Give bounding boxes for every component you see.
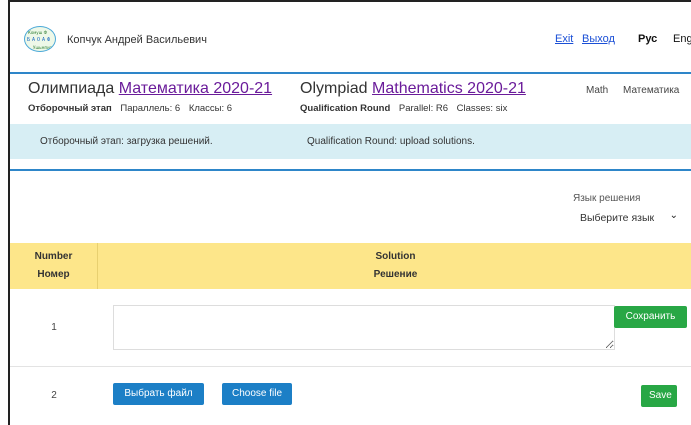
header: Комуш Ф Б А О А Ф Ушьмпиад Копчук Андрей… <box>10 0 691 72</box>
column-solution-ru: Решение <box>373 269 418 280</box>
row-number: 2 <box>51 390 57 401</box>
save-button-ru[interactable]: Сохранить <box>614 306 687 328</box>
olympiad-title-ru: Олимпиада Математика 2020-21 <box>28 80 272 98</box>
info-band: Отборочный этап: загрузка решений. Quali… <box>10 124 691 159</box>
stage-en: Qualification Round <box>300 103 391 114</box>
header-divider <box>10 72 691 74</box>
chevron-down-icon: ⌄ <box>669 210 678 221</box>
logo-text-bottom: Ушьмпиад <box>33 45 55 50</box>
info-band-ru: Отборочный этап: загрузка решений. <box>40 136 213 147</box>
solution-textarea[interactable] <box>113 305 615 350</box>
table-row: 2 Выбрать файл Choose file Save <box>10 367 691 425</box>
olympiad-link-ru[interactable]: Математика 2020-21 <box>119 80 272 97</box>
column-solution-header: Solution Решение <box>98 243 691 289</box>
language-en-button[interactable]: Eng <box>673 33 691 45</box>
column-solution-en: Solution <box>375 251 416 262</box>
olympiad-prefix-ru: Олимпиада <box>28 80 115 97</box>
band-divider <box>10 169 691 171</box>
table-row: 1 Сохранить <box>10 289 691 367</box>
olympiad-title-en: Olympiad Mathematics 2020-21 <box>300 80 526 98</box>
row-number: 1 <box>51 322 57 333</box>
stage-ru: Отборочный этап <box>28 103 112 114</box>
table-header: Number Номер Solution Решение <box>10 243 691 289</box>
page-frame: Комуш Ф Б А О А Ф Ушьмпиад Копчук Андрей… <box>8 0 691 425</box>
choose-file-button-ru[interactable]: Выбрать файл <box>113 383 204 405</box>
column-number-ru: Номер <box>37 269 70 280</box>
logo-text-middle: Б А О А Ф <box>27 37 50 43</box>
classes-en: Classes: six <box>456 103 508 114</box>
solution-language-select[interactable]: Выберите язык ⌄ <box>573 207 685 229</box>
exit-link-ru[interactable]: Выход <box>582 33 615 45</box>
info-band-en: Qualification Round: upload solutions. <box>307 136 475 147</box>
olympiad-details-ru: Отборочный этап Параллель: 6 Классы: 6 <box>28 103 232 114</box>
save-button-en[interactable]: Save <box>641 385 677 407</box>
column-number-en: Number <box>34 251 73 262</box>
olympiad-prefix-en: Olympiad <box>300 80 368 97</box>
olympiad-details-en: Qualification Round Parallel: R6 Classes… <box>300 103 507 114</box>
language-ru-button[interactable]: Рус <box>638 33 657 45</box>
parallel-ru: Параллель: 6 <box>120 103 181 114</box>
choose-file-button-en[interactable]: Choose file <box>222 383 292 405</box>
exit-link-en[interactable]: Exit <box>555 33 573 45</box>
parallel-en: Parallel: R6 <box>398 103 448 114</box>
subject-ru: Математика <box>623 85 680 96</box>
column-number-header: Number Номер <box>10 243 98 289</box>
user-name: Копчук Андрей Васильевич <box>67 34 207 46</box>
olympiad-logo: Комуш Ф Б А О А Ф Ушьмпиад <box>24 26 56 52</box>
logo-text-top: Комуш Ф <box>28 30 48 35</box>
olympiad-link-en[interactable]: Mathematics 2020-21 <box>372 80 526 97</box>
solution-language-label: Язык решения <box>573 193 641 204</box>
solution-language-value: Выберите язык <box>580 212 655 224</box>
subject-en: Math <box>586 85 609 96</box>
classes-ru: Классы: 6 <box>188 103 233 114</box>
